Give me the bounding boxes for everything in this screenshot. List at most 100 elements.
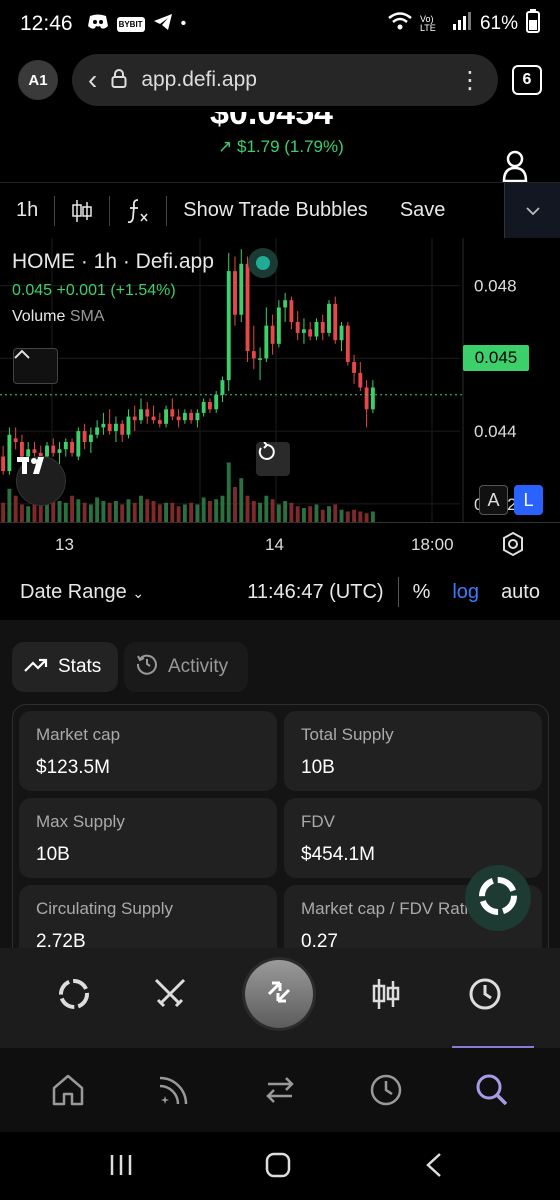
tab-activity-label: Activity	[168, 656, 229, 677]
time-tick: 13	[55, 535, 74, 554]
chart-settings-icon[interactable]	[500, 531, 526, 562]
stat-card-circulating-supply: Circulating Supply 2.72B	[19, 885, 277, 948]
volume-bar	[289, 502, 294, 522]
notification-icons: BYBIT •	[87, 13, 187, 36]
status-time: 12:46	[20, 12, 73, 35]
volume-bar	[276, 504, 281, 522]
history-clock-icon[interactable]	[368, 1072, 404, 1113]
candle-body	[214, 394, 219, 410]
price-chart[interactable]: 0.0480.0460.0440.042 HOME · 1h · Defi.ap…	[0, 238, 560, 522]
chart-candles-icon[interactable]	[368, 976, 404, 1017]
tradingview-logo-icon[interactable]	[16, 456, 66, 506]
reset-chart-icon[interactable]	[256, 442, 290, 476]
user-icon[interactable]	[502, 150, 528, 182]
utc-clock[interactable]: 11:46:47 (UTC)	[247, 581, 383, 604]
wifi-icon	[388, 12, 412, 36]
stat-value: 10B	[301, 757, 335, 778]
lock-icon[interactable]	[111, 68, 127, 93]
home-icon[interactable]	[50, 1072, 86, 1113]
url-text[interactable]: app.defi.app	[141, 68, 444, 92]
volume-bar	[132, 502, 137, 522]
stat-label: Max Supply	[36, 812, 125, 831]
transfer-arrows-icon[interactable]	[262, 1072, 298, 1113]
price-header: $0.0454 ↗ $1.79 (1.79%)	[0, 112, 560, 182]
candle-body	[283, 300, 288, 308]
battle-swords-icon[interactable]	[152, 976, 188, 1017]
volume-bar	[226, 462, 231, 522]
volume-bar	[220, 495, 225, 522]
last-price-tag: 0.045	[463, 345, 529, 371]
portfolio-ring-icon[interactable]	[56, 976, 92, 1017]
volume-bar	[164, 502, 169, 522]
volume-bar	[308, 506, 313, 522]
status-bar: 12:46 BYBIT • Vo) LTE 61%	[0, 0, 560, 48]
back-icon[interactable]	[424, 1152, 444, 1183]
discord-icon	[87, 14, 109, 35]
candle-body	[245, 263, 250, 352]
volume-bar	[126, 499, 131, 522]
save-button[interactable]: Save	[384, 183, 462, 238]
candle-body	[182, 412, 187, 421]
volume-legend: Volume SMA	[12, 308, 214, 326]
notification-dot: •	[180, 15, 187, 32]
candle-body	[320, 322, 325, 333]
stat-value: 0.27	[301, 931, 338, 948]
log-scale-toggle[interactable]: log	[452, 581, 479, 604]
candle-type-icon[interactable]	[55, 183, 109, 238]
stat-value: 2.72B	[36, 931, 86, 948]
date-range-bar: Date Range ⌄ 11:46:47 (UTC) % log auto	[0, 564, 560, 620]
show-trade-bubbles-button[interactable]: Show Trade Bubbles	[167, 183, 384, 238]
indicators-fx-icon[interactable]	[110, 183, 166, 238]
home-button-icon[interactable]	[265, 1152, 291, 1183]
floating-action-button[interactable]	[465, 865, 531, 931]
volume-bar	[270, 499, 275, 522]
collapse-legend-button[interactable]	[13, 348, 58, 384]
feed-sparkle-icon[interactable]	[156, 1072, 192, 1113]
candle-body	[26, 449, 31, 457]
volume-bar	[239, 478, 244, 522]
candle-body	[57, 449, 62, 453]
price-change: ↗ $1.79 (1.79%)	[218, 137, 344, 157]
candle-body	[88, 434, 93, 442]
ohlc-values: 0.045 +0.001 (+1.54%)	[12, 282, 176, 299]
ring-logo-icon	[476, 874, 520, 923]
candle-body	[189, 412, 194, 421]
candle-body	[295, 322, 300, 333]
auto-scale-button[interactable]: A	[479, 485, 508, 515]
profile-avatar[interactable]: A1	[18, 60, 58, 100]
back-arrow-icon[interactable]: ‹	[88, 64, 97, 96]
log-scale-button[interactable]: L	[514, 485, 543, 515]
percent-scale-toggle[interactable]: %	[413, 581, 431, 604]
auto-scale-toggle[interactable]: auto	[501, 581, 540, 604]
menu-kebab-icon[interactable]: ⋮	[458, 66, 482, 95]
search-icon[interactable]	[474, 1072, 510, 1113]
date-range-dropdown[interactable]: Date Range ⌄	[20, 581, 144, 604]
save-dropdown-button[interactable]	[504, 182, 560, 239]
swap-button[interactable]	[245, 960, 313, 1028]
volume-bar	[101, 501, 106, 522]
volume-bar	[233, 487, 237, 522]
clock-icon[interactable]	[467, 976, 503, 1017]
recent-apps-icon[interactable]	[108, 1152, 134, 1183]
history-icon	[136, 653, 158, 681]
candle-body	[201, 402, 206, 413]
scale-mode-buttons: A L	[479, 485, 543, 515]
candle-body	[301, 329, 306, 333]
address-bar[interactable]: ‹ app.defi.app ⋮	[72, 54, 498, 106]
candle-body	[264, 325, 269, 359]
candle-body	[145, 409, 150, 417]
tab-activity[interactable]: Activity	[124, 642, 248, 692]
system-navigation-bar	[0, 1132, 560, 1200]
volume-bar	[251, 501, 256, 522]
volume-bar	[145, 499, 150, 522]
interval-button[interactable]: 1h	[0, 183, 54, 238]
tab-stats[interactable]: Stats	[12, 642, 118, 692]
candle-body	[51, 445, 56, 453]
volume-bar	[176, 506, 181, 522]
chart-symbol-title: HOME · 1h · Defi.app	[12, 250, 214, 273]
candle-body	[364, 387, 369, 410]
volume-bar	[264, 495, 269, 522]
range-divider	[397, 577, 399, 607]
volume-bar	[170, 502, 175, 522]
tab-switcher-button[interactable]: 6	[512, 65, 542, 95]
